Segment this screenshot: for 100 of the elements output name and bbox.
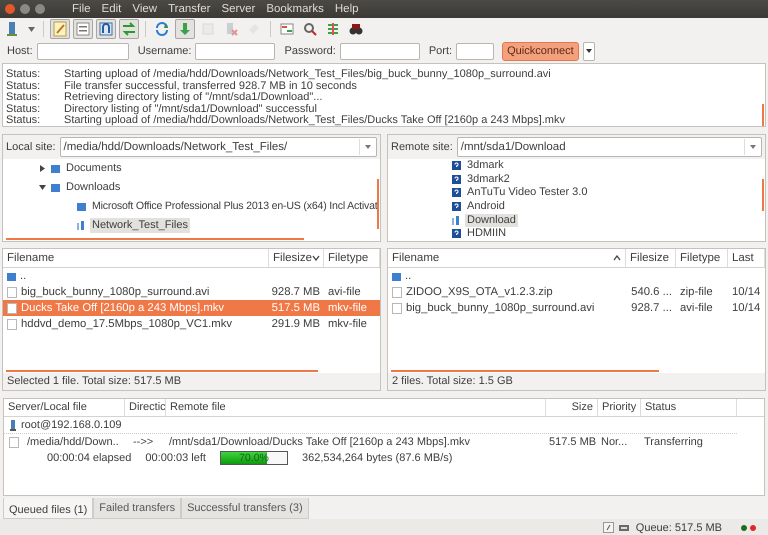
scrollbar-indicator[interactable] (762, 179, 764, 211)
cell-text: Ducks Take Off [2160p a 243 Mbps].mkv (21, 302, 224, 314)
column-header[interactable]: Filesize (269, 249, 324, 267)
file-icon (392, 302, 402, 314)
input-field[interactable] (195, 42, 276, 60)
file-icon (7, 318, 17, 330)
menu-item[interactable]: Bookmarks (262, 3, 328, 15)
cell-text: 291.9 MB (272, 318, 320, 330)
status-text: Selected 1 file. Total size: 517.5 MB (2, 373, 381, 391)
tree-item[interactable]: Downloads (64, 180, 122, 195)
field-label: Password: (284, 45, 336, 57)
unknown-folder-icon (452, 174, 461, 184)
list-icon[interactable] (73, 19, 93, 39)
server-name: root@192.168.0.109 (21, 419, 122, 431)
scrollbar-indicator[interactable] (377, 179, 379, 229)
cell-text: 10/14 (732, 286, 760, 298)
tree-item[interactable]: HDMIIN (465, 227, 508, 240)
log-label: Status: (6, 80, 42, 92)
column-header[interactable]: Remote file (166, 399, 546, 416)
minimize-button[interactable] (20, 4, 30, 14)
cell-text: hddvd_demo_17.5Mbps_1080p_VC1.mkv (21, 318, 232, 330)
transfer-rate: 362,534,264 bytes (87.6 MB/s) (302, 452, 452, 464)
tree-item[interactable]: 3dmark (465, 159, 506, 172)
column-header[interactable]: Priority (598, 399, 641, 416)
tree-item[interactable]: Android (465, 200, 507, 214)
column-header[interactable]: Filetype (324, 249, 380, 267)
cell-text: /media/hdd/Down.. (27, 436, 119, 448)
column-header[interactable]: Size (546, 399, 598, 416)
column-header[interactable]: Server/Local file (4, 399, 125, 416)
queue-size: Queue: 517.5 MB (636, 522, 722, 534)
menu-item[interactable]: Edit (98, 3, 126, 15)
column-header[interactable]: Filesize (626, 249, 676, 267)
caret-icon (750, 145, 756, 149)
scrollbar-indicator[interactable] (6, 238, 304, 240)
site-label: Local site: (6, 141, 56, 153)
input-field[interactable] (36, 42, 129, 60)
notepad-icon[interactable] (50, 19, 70, 39)
cell-text: big_buck_bunny_1080p_surround.avi (406, 302, 594, 314)
tree-item[interactable]: AnTuTu Video Tester 3.0 (465, 186, 590, 200)
column-header[interactable]: Filename (3, 249, 269, 267)
scrollbar-indicator[interactable] (762, 104, 764, 126)
cell-text: ZIDOO_X9S_OTA_v1.2.3.zip (406, 286, 553, 298)
log-message: File transfer successful, transferred 928.7 MB in 10 seconds (64, 80, 357, 92)
tree-item[interactable]: Documents (64, 161, 124, 176)
field-label: Username: (138, 45, 192, 57)
menu-item[interactable]: View (128, 3, 162, 15)
cell-text: zip-file (680, 286, 713, 298)
cell-text: 10/14 (732, 302, 760, 314)
file-icon (392, 286, 402, 298)
path-combo[interactable]: /media/hdd/Downloads/Network_Test_Files/ (60, 137, 377, 157)
close-button[interactable] (5, 4, 15, 14)
column-header[interactable]: Directic (125, 399, 166, 416)
tab[interactable]: Queued files (1) (3, 498, 94, 519)
log-label: Status: (6, 69, 42, 81)
log-message: Starting upload of /media/hdd/Downloads/Network_Test_Files/big_buck_bunny_1080p_surround.avi (64, 69, 551, 81)
dropdown-button[interactable] (582, 42, 595, 60)
scrollbar-indicator[interactable] (391, 370, 659, 372)
menu-item[interactable]: Server (217, 3, 260, 15)
file-row[interactable]: .. (3, 268, 380, 284)
menu-item[interactable]: Help (330, 3, 363, 15)
caret-icon[interactable] (28, 26, 35, 32)
file-row[interactable]: big_buck_bunny_1080p_surround.avi 928.7 MB avi-file (3, 284, 380, 300)
site-label: Remote site: (391, 141, 453, 153)
path-combo[interactable]: /mnt/sda1/Download (456, 137, 762, 157)
log-message: Starting upload of /media/hdd/Downloads/Network_Test_Files/Ducks Take Off [2160p a 243 Mbps].mkv (64, 115, 565, 127)
column-header[interactable]: Filetype (676, 249, 728, 267)
log-message: Retrieving directory listing of "/mnt/sda1/Download"... (64, 92, 322, 104)
cell-text: 540.6 ... (631, 286, 672, 298)
quickconnect-button[interactable]: Quickconnect (502, 42, 579, 60)
tree-item[interactable]: Microsoft Office Professional Plus 2013 en-US (x64) Incl Activat (90, 199, 380, 214)
log-label: Status: (6, 115, 42, 127)
column-header[interactable]: Last (728, 249, 765, 267)
file-row[interactable]: ZIDOO_X9S_OTA_v1.2.3.zip 540.6 ... zip-file 10/14 (388, 284, 765, 300)
column-header[interactable]: Filename (388, 249, 626, 267)
log-label: Status: (6, 104, 42, 115)
status-text: 2 files. Total size: 1.5 GB (387, 373, 766, 391)
column-header[interactable]: Status (641, 399, 737, 416)
log-message: Directory listing of "/mnt/sda1/Download" successful (64, 104, 317, 115)
file-row[interactable]: .. (388, 268, 765, 284)
menu-item[interactable]: Transfer (164, 3, 214, 15)
field-label: Port: (428, 45, 452, 57)
tree-item[interactable]: Download (465, 214, 518, 227)
unknown-folder-icon (452, 202, 461, 212)
arrows-icon[interactable] (119, 19, 139, 39)
maximize-button[interactable] (35, 4, 45, 14)
cell-text: /mnt/sda1/Download/Ducks Take Off [2160p a 243 Mbps].mkv (169, 436, 470, 448)
tab[interactable]: Failed transfers (93, 498, 182, 519)
scrollbar-indicator[interactable] (6, 370, 318, 372)
tree-item[interactable]: Network_Test_Files (90, 218, 190, 233)
file-row[interactable]: big_buck_bunny_1080p_surround.avi 928.7 ... avi-file 10/14 (388, 300, 765, 316)
menu-item[interactable]: File (68, 3, 95, 15)
tree-item[interactable]: 3dmark2 (465, 172, 512, 186)
tab[interactable]: Successful transfers (3) (181, 498, 309, 519)
caret-icon (586, 49, 592, 53)
file-row[interactable]: hddvd_demo_17.5Mbps_1080p_VC1.mkv 291.9 MB mkv-file (3, 316, 380, 332)
input-field[interactable] (340, 42, 420, 60)
input-field[interactable] (456, 42, 494, 60)
elapsed-time: 00:00:04 elapsed (47, 452, 132, 464)
cell-text: avi-file (680, 302, 713, 314)
time-left: 00:00:03 left (145, 452, 206, 464)
